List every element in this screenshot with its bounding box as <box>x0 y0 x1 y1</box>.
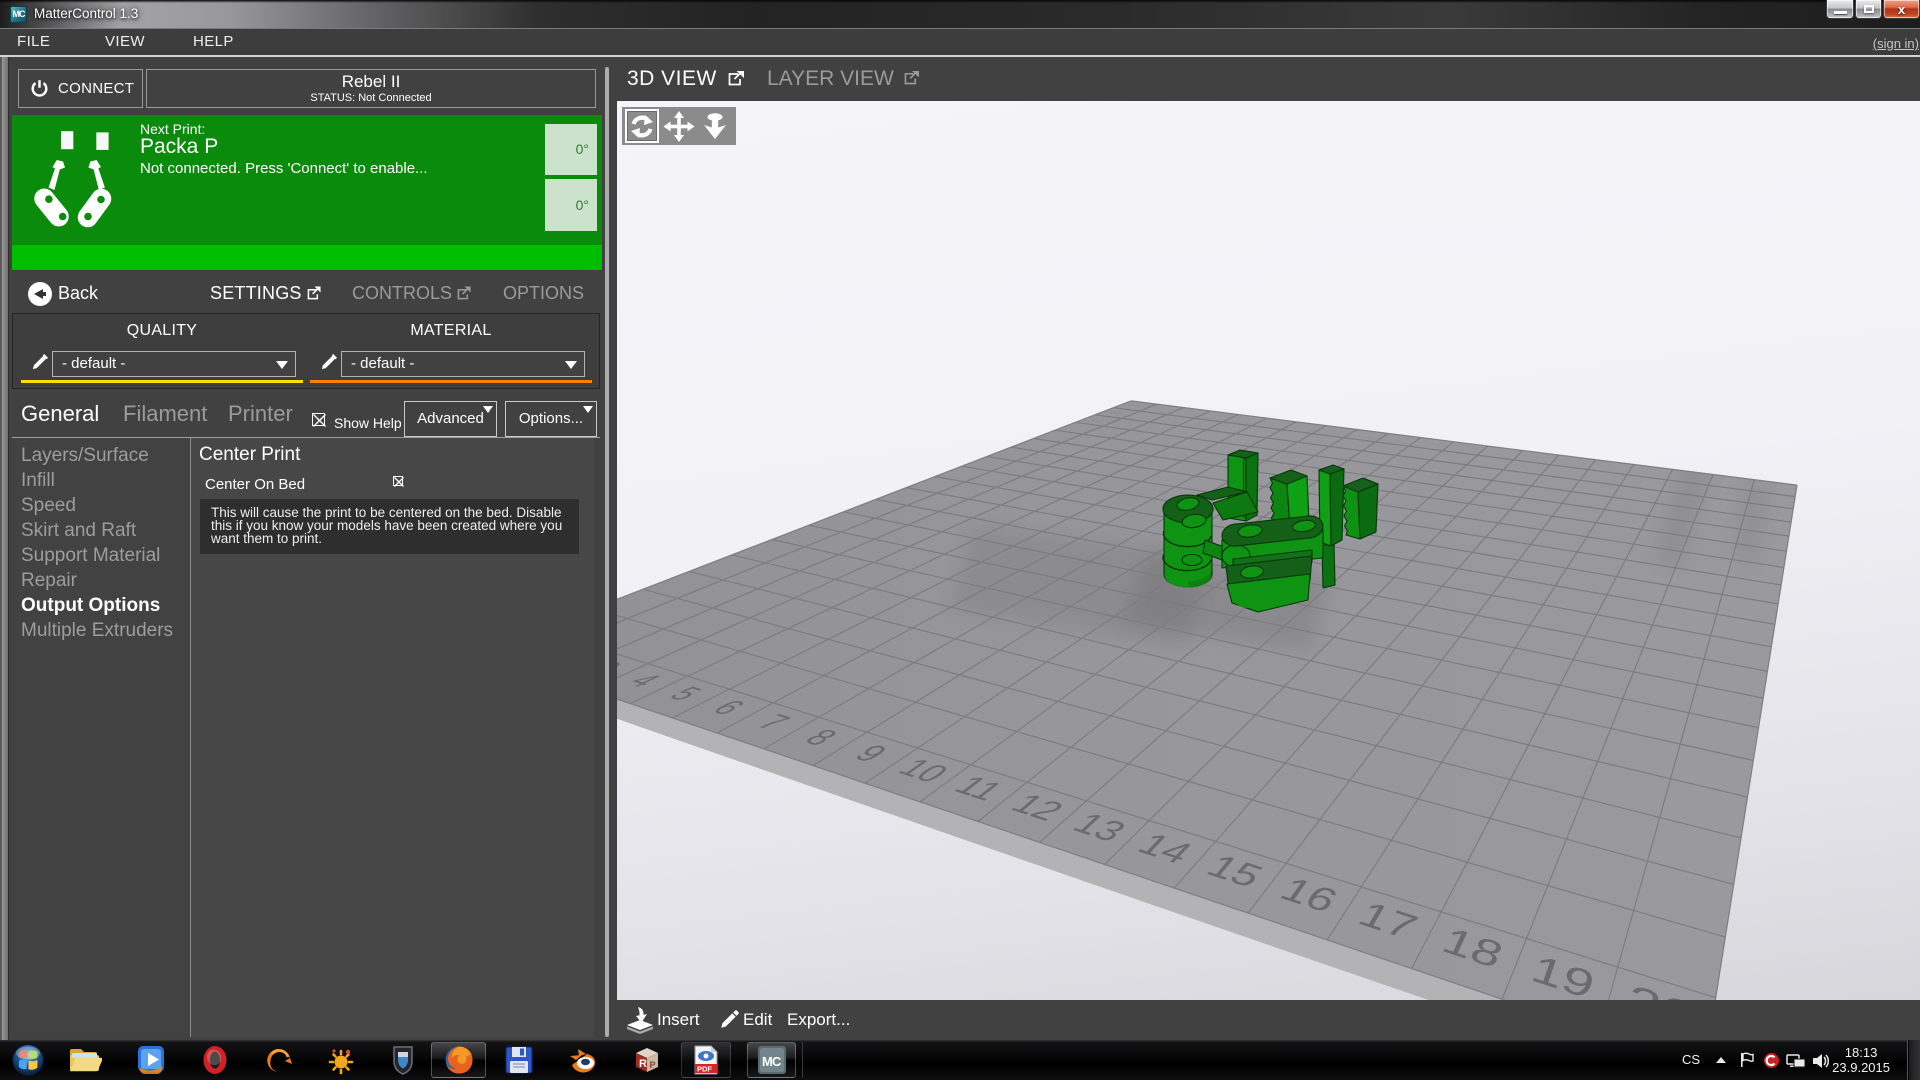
svg-text:PDF: PDF <box>697 1065 712 1074</box>
svg-text:MC: MC <box>762 1054 782 1069</box>
svg-text:P: P <box>650 1060 656 1070</box>
svg-text:R: R <box>639 1058 647 1070</box>
